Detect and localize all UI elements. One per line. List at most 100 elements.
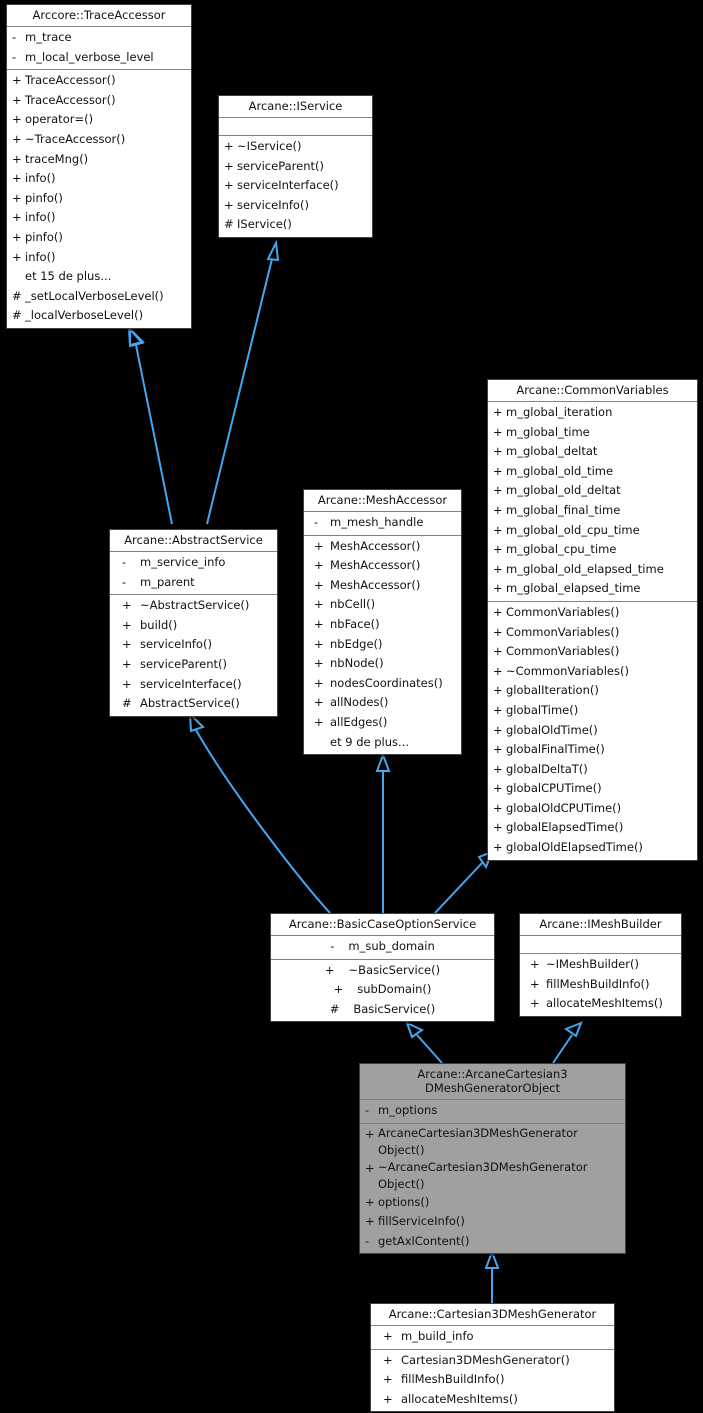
member-name: m_global_old_time — [506, 463, 614, 478]
class-box-common-variables[interactable]: Arcane::CommonVariables + m_global_iterat… — [487, 379, 698, 861]
visibility: + — [493, 502, 503, 517]
methods-section: + ~IService() + serviceParent() + serviceIn… — [219, 135, 372, 237]
visibility: # — [224, 217, 234, 232]
class-member: + m_global_iteration — [488, 403, 697, 423]
class-member: + fillServiceInfo() — [360, 1212, 625, 1232]
member-name: ~IService() — [237, 139, 302, 153]
visibility: + — [383, 1352, 393, 1367]
class-member: + serviceInfo() — [219, 196, 372, 216]
class-member: - m_mesh_handle — [304, 513, 461, 533]
class-member: - getAxlContent() — [360, 1232, 625, 1252]
class-member: + info() — [7, 208, 191, 228]
class-member: + subDomain() — [271, 980, 494, 1000]
class-member: + pinfo() — [7, 228, 191, 248]
class-member: + pinfo() — [7, 189, 191, 209]
visibility: + — [314, 597, 324, 612]
class-member: + ~AbstractService() — [110, 596, 277, 616]
class-member: + ~IMeshBuilder() — [520, 955, 681, 975]
visibility: + — [493, 683, 503, 698]
visibility: + — [493, 722, 503, 737]
class-member: # IService() — [219, 215, 372, 235]
member-name: pinfo() — [25, 190, 63, 205]
visibility: + — [493, 624, 503, 639]
member-name: m_global_iteration — [506, 405, 613, 419]
class-member: + build() — [110, 616, 277, 636]
member-name: allEdges() — [330, 714, 388, 729]
edge-abstractservice-to-iservice — [206, 239, 280, 525]
member-name: globalOldElapsedTime() — [506, 840, 643, 855]
class-member: + m_global_cpu_time — [488, 540, 697, 560]
visibility: - — [330, 939, 335, 953]
visibility: + — [314, 695, 324, 710]
empty-attributes — [520, 937, 681, 951]
attributes-section: - m_sub_domain — [271, 935, 494, 959]
class-box-iservice[interactable]: Arcane::IService + ~IService() + servicePa… — [218, 95, 373, 238]
class-member: + globalCPUTime() — [488, 779, 697, 799]
class-member: + globalOldCPUTime() — [488, 799, 697, 819]
visibility: + — [493, 800, 503, 815]
visibility: + — [365, 1194, 375, 1209]
visibility: + — [493, 663, 503, 678]
member-name: build() — [140, 617, 178, 632]
member-name: serviceParent() — [237, 158, 324, 173]
class-member: + serviceInfo() — [110, 635, 277, 655]
class-member: - m_local_verbose_level — [7, 48, 191, 68]
class-box-abstract-service[interactable]: Arcane::AbstractService - m_service_info … — [109, 529, 278, 717]
class-member: - m_sub_domain — [271, 937, 494, 957]
class-box-trace-accessor[interactable]: Arccore::TraceAccessor - m_trace - m_local… — [6, 4, 192, 329]
class-member: + globalFinalTime() — [488, 740, 697, 760]
edge-abstractservice-to-traceaccessor — [127, 325, 173, 525]
class-box-cartesian3d-mesh-generator[interactable]: Arcane::Cartesian3DMeshGenerator + m_buil… — [370, 1303, 615, 1413]
visibility: + — [493, 463, 503, 478]
visibility: + — [493, 781, 503, 796]
class-member: + serviceInterface() — [110, 675, 277, 695]
methods-section: + TraceAccessor() + TraceAccessor() + opera… — [7, 69, 191, 328]
class-member: + options() — [360, 1193, 625, 1213]
visibility: # — [12, 288, 22, 303]
methods-section: + ~BasicService() + subDomain() # BasicServ… — [271, 958, 494, 1022]
visibility: + — [493, 644, 503, 659]
class-box-basic-case-option-service[interactable]: Arcane::BasicCaseOptionService - m_sub_do… — [270, 913, 495, 1023]
visibility: + — [12, 151, 22, 166]
class-member: + ~TraceAccessor() — [7, 130, 191, 150]
class-member: # _localVerboseLevel() — [7, 306, 191, 326]
class-member: + serviceInterface() — [219, 176, 372, 196]
class-box-mesh-accessor[interactable]: Arcane::MeshAccessor - m_mesh_handle + Mes… — [303, 489, 462, 756]
class-member: + CommonVariables() — [488, 603, 697, 623]
class-member: + globalDeltaT() — [488, 760, 697, 780]
class-member: + CommonVariables() — [488, 623, 697, 643]
visibility: + — [12, 112, 22, 127]
visibility: + — [224, 178, 234, 193]
member-name: m_sub_domain — [348, 939, 435, 953]
visibility: + — [365, 1126, 375, 1141]
visibility: + — [122, 617, 132, 632]
class-box-imesh-builder[interactable]: Arcane::IMeshBuilder + ~IMeshBuilder() + f… — [519, 913, 682, 1017]
member-name: getAxlContent() — [378, 1233, 470, 1248]
visibility: + — [224, 197, 234, 212]
edge-generatorobject-to-imeshbuilder — [552, 1021, 583, 1064]
visibility: + — [12, 210, 22, 225]
member-name: Cartesian3DMeshGenerator() — [401, 1352, 570, 1367]
class-member: + globalElapsedTime() — [488, 818, 697, 838]
member-name: pinfo() — [25, 229, 63, 244]
methods-section: + MeshAccessor() + MeshAccessor() + MeshAcc… — [304, 534, 461, 755]
member-name: MeshAccessor() — [330, 558, 421, 573]
member-name: IService() — [237, 217, 292, 232]
class-member-more: et 9 de plus... — [304, 733, 461, 753]
class-member: + nbNode() — [304, 654, 461, 674]
class-title: Arcane::MeshAccessor — [317, 493, 448, 507]
class-member: + m_global_old_deltat — [488, 481, 697, 501]
member-name: CommonVariables() — [506, 644, 620, 659]
member-name: globalElapsedTime() — [506, 820, 624, 835]
member-name: et 9 de plus... — [330, 734, 409, 749]
visibility: + — [314, 558, 324, 573]
member-name: serviceInterface() — [237, 178, 339, 193]
visibility: # — [122, 696, 132, 711]
class-title: Arcane::Cartesian3DMeshGenerator — [388, 1307, 597, 1321]
visibility: + — [530, 957, 540, 971]
visibility: + — [122, 637, 132, 652]
member-name: traceMng() — [25, 151, 89, 166]
class-member: + CommonVariables() — [488, 642, 697, 662]
class-box-arcane-cartesian3d-mesh-generator-object[interactable]: Arcane::ArcaneCartesian3 DMeshGeneratorO… — [359, 1063, 626, 1255]
member-name: globalTime() — [506, 702, 579, 717]
